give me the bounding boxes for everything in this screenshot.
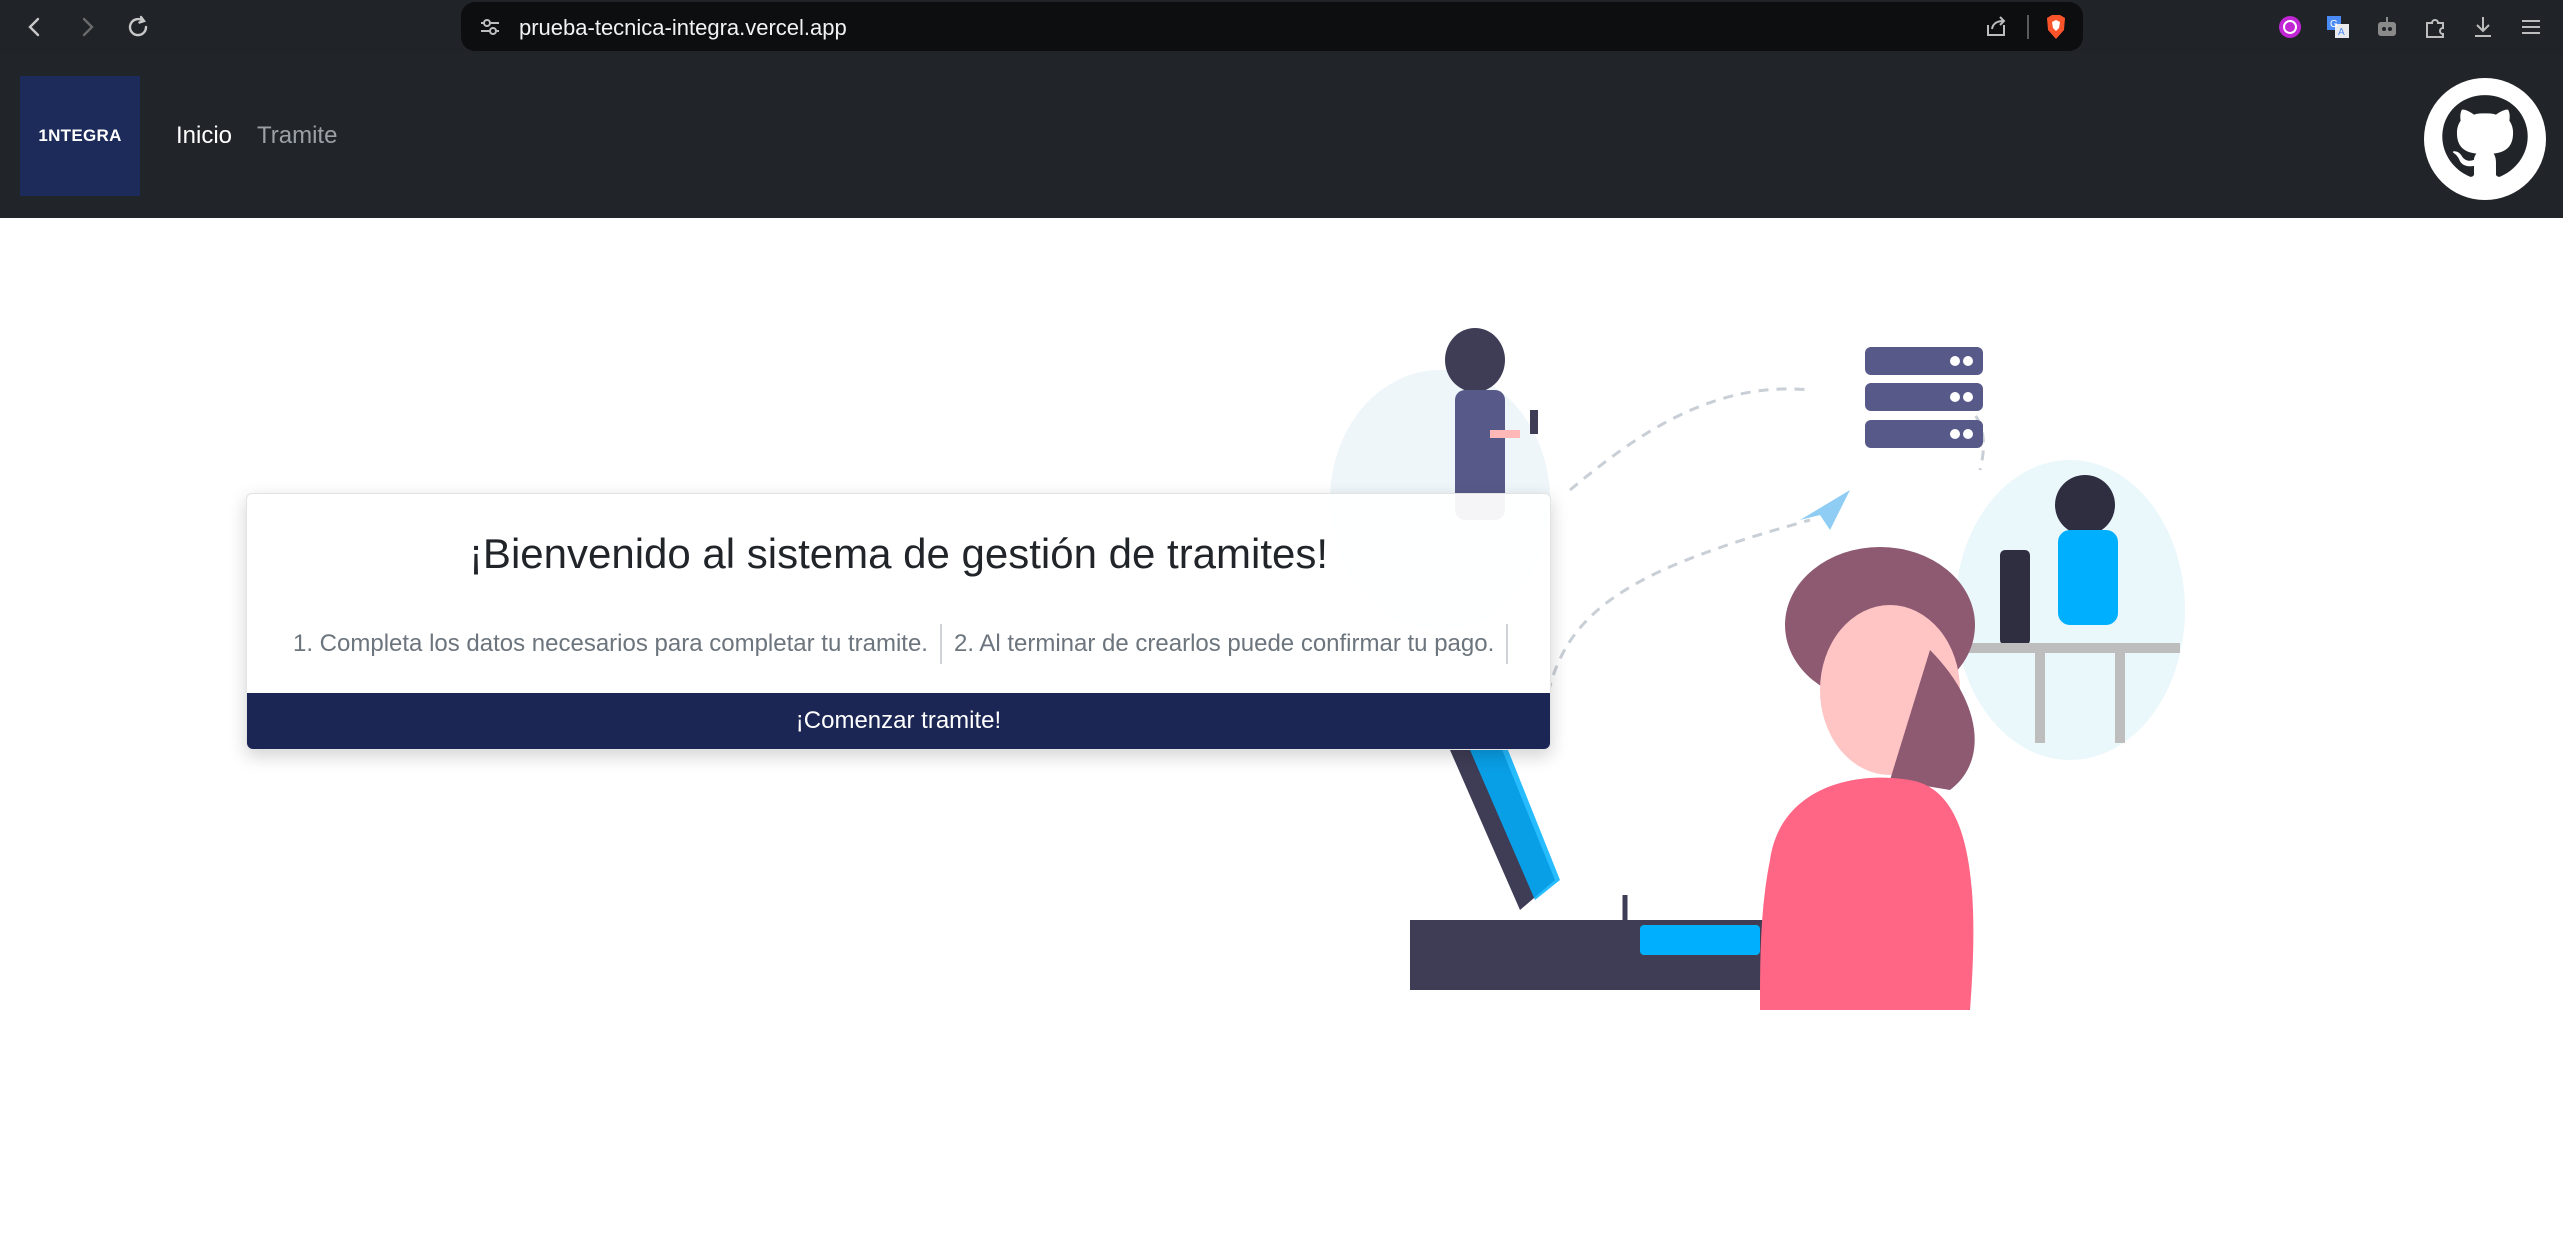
steps-list: 1. Completa los datos necesarios para co… (281, 624, 1509, 664)
step-1-text: 1. Completa los datos necesarios para co… (293, 630, 928, 657)
step-2-text: 2. Al terminar de crearlos puede confirm… (953, 630, 1495, 657)
reload-icon (128, 15, 148, 37)
server-stack-figure (1865, 347, 1983, 448)
step-divider (1506, 624, 1509, 664)
browser-toolbar: prueba-tecnica-integra.vercel.app GA (0, 0, 2563, 54)
working-woman-figure (1622, 547, 1975, 1010)
welcome-card: ¡Bienvenido al sistema de gestión de tra… (246, 493, 1551, 750)
svg-text:G: G (2330, 19, 2338, 30)
logo-text: 1NTEGRA (38, 126, 122, 145)
forward-button[interactable] (68, 8, 106, 46)
welcome-title: ¡Bienvenido al sistema de gestión de tra… (468, 530, 1329, 577)
nav-link-tramite[interactable]: Tramite (257, 122, 337, 150)
address-divider (2027, 15, 2029, 39)
translate-icon[interactable]: GA (2323, 12, 2353, 42)
nav-link-inicio[interactable]: Inicio (176, 122, 232, 150)
reload-button[interactable] (119, 8, 157, 46)
back-button[interactable] (16, 8, 54, 46)
start-tramite-button[interactable]: ¡Comenzar tramite! (247, 693, 1550, 749)
menu-icon[interactable] (2516, 12, 2546, 42)
integra-logo[interactable]: 1NTEGRA (20, 76, 140, 196)
url-text[interactable]: prueba-tecnica-integra.vercel.app (519, 15, 847, 41)
site-settings-icon[interactable] (475, 12, 505, 42)
share-icon[interactable] (1981, 12, 2011, 42)
github-icon[interactable] (2424, 78, 2546, 200)
extension-purple-icon[interactable] (2275, 12, 2305, 42)
chevron-left-icon (28, 17, 40, 37)
chevron-right-icon (82, 17, 94, 37)
address-bar[interactable]: prueba-tecnica-integra.vercel.app (461, 2, 2083, 51)
extensions-puzzle-icon[interactable] (2420, 12, 2450, 42)
seated-man-figure (1955, 460, 2185, 760)
brave-shield-icon[interactable] (2041, 12, 2071, 42)
robot-extension-icon[interactable] (2372, 12, 2402, 42)
site-navbar: 1NTEGRA Inicio Tramite (0, 54, 2563, 218)
svg-text:A: A (2338, 27, 2345, 38)
downloads-icon[interactable] (2468, 12, 2498, 42)
